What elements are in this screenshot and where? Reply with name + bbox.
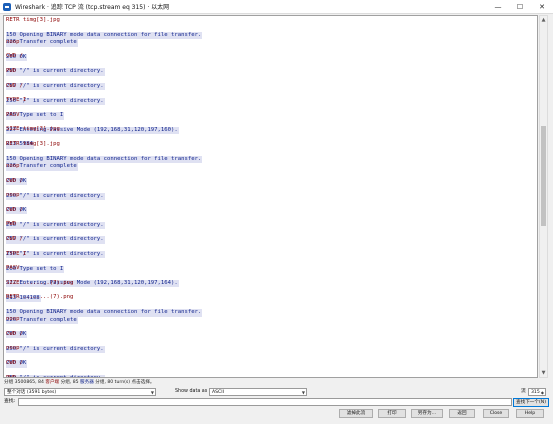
client-line: noop [6,316,20,323]
stream-line-row: 200 OK [6,353,537,368]
search-label: 查找: [4,399,16,404]
back-button[interactable]: 返回 [449,409,475,418]
status-part: 分组, 85 [59,380,81,385]
stream-line-row: 150 Opening BINARY mode data connection … [6,302,537,317]
stream-number-spinbox[interactable]: 315 ◆ [528,388,546,396]
client-line: PASV [6,111,20,118]
stream-line-row: noop [6,163,537,170]
stream-line-row: 200 OK [6,46,537,62]
find-next-button[interactable]: 查找下一个(N) [513,398,549,407]
client-line: RETR ........(7).png [6,294,74,301]
stream-line-row: noop [6,39,537,46]
minimize-button[interactable]: — [487,0,509,13]
close-window-button[interactable]: ✕ [531,0,553,13]
help-button[interactable]: Help [516,409,544,418]
save-as-button[interactable]: 另存为… [411,409,443,418]
stream-line-row: 250 "/" is current directory. [6,61,537,76]
stream-line-row: CWD / [6,207,537,214]
stream-line-row: RETR timg[3].jpg [6,17,537,24]
stream-line-row: 250 "/" is current directory. [6,338,537,354]
scroll-up-arrow-icon[interactable]: ▲ [540,16,547,24]
stream-content-pane[interactable]: RETR timg[3].jpg 150 Opening BINARY mode … [3,15,538,378]
status-server-label: 服务器 [80,380,94,385]
stream-line-row: PASV [6,265,537,272]
print-button[interactable]: 打印 [378,409,406,418]
client-line: CWD / [6,53,23,60]
client-line: CWD / [6,206,23,213]
window-title: Wireshark · 追踪 TCP 流 (tcp.stream eq 315)… [15,4,170,11]
stream-line-row: CWD / [6,331,537,338]
status-part: 分组, 80 turn(s) 点击选择。 [93,380,155,385]
stream-line-row: 257 "/" is current directory. [6,75,537,91]
chevron-down-icon: ▼ [301,390,305,395]
window-controls: — ☐ ✕ [487,0,553,13]
stream-label: 流 [521,389,526,394]
client-line: RETR timg[3].jpg [6,17,60,23]
stream-number-value: 315 [531,390,540,395]
maximize-button[interactable]: ☐ [509,0,531,13]
stream-line-row: 250 "/" is current directory. [6,243,537,259]
server-line: 250 "/" is current directory. [6,221,105,230]
client-line: CWD / [6,359,23,366]
stream-line-row: 200 OK [6,323,537,339]
show-data-as-value: ASCII [212,390,224,395]
stream-line-row: RETR timg[3].jpg [6,141,537,148]
stream-line-row: RETR ........(7).png [6,294,537,301]
stream-line-row: 250 "/" is current directory. [6,367,537,377]
stream-line-row: 257 "/" is current directory. [6,229,537,244]
stream-line-row: 200 Type set to I [6,258,537,273]
stream-line-row: 227 Entering Passive Mode (192,168,31,12… [6,119,537,135]
stream-line-row: 213 5984 [6,134,537,149]
scrollbar-thumb[interactable] [541,126,546,226]
stream-status-text: 分组 3500865, 84 客户端 分组, 85 服务器 分组, 80 tur… [4,379,544,387]
dialog-buttons: 滤掉此流 打印 另存为… 返回 Close Help [0,409,553,419]
stream-line-row: 200 OK [6,170,537,186]
status-client-label: 客户端 [45,380,60,385]
client-line: PASV [6,265,20,272]
status-part: 分组 3500865, 84 [4,380,46,385]
client-line: RETR timg[3].jpg [6,141,60,148]
stream-line-row: CWD / [6,360,537,367]
search-input[interactable] [18,398,512,406]
stream-line-row: 150 Opening BINARY mode data connection … [6,148,537,164]
stream-line-row: 213 104108 [6,287,537,302]
stream-line-row: PASV [6,112,537,119]
stream-line-row: 200 Type set to I [6,105,537,120]
stream-line-row: 227 Entering Passive Mode (192,168,31,12… [6,272,537,288]
show-data-as-label: Show data as [175,389,208,394]
stream-line-row: 250 "/" is current directory. [6,185,537,200]
client-line: CWD / [6,330,23,337]
server-line: 250 "/" is current directory. [6,345,105,354]
spin-arrows-icon: ◆ [540,390,544,395]
close-button[interactable]: Close [483,409,509,418]
search-row: 查找: 查找下一个(N) [4,398,549,407]
conversation-select-value: 整个对话 (3591 bytes) [7,390,57,395]
stream-line-row: noop [6,316,537,323]
stream-line-row: 250 "/" is current directory. [6,90,537,105]
stream-lines: RETR timg[3].jpg 150 Opening BINARY mode … [4,16,537,377]
client-line: noop [6,162,20,169]
scroll-down-arrow-icon[interactable]: ▼ [540,369,547,377]
show-data-as-select[interactable]: ASCII ▼ [209,388,307,396]
controls-row: 整个对话 (3591 bytes) ▼ Show data as ASCII ▼… [4,388,549,397]
stream-line-row: CWD / [6,178,537,185]
stream-line-row: 250 "/" is current directory. [6,214,537,230]
title-bar: Wireshark · 追踪 TCP 流 (tcp.stream eq 315)… [0,0,553,14]
stream-line-row: CWD / [6,53,537,60]
client-line: CWD / [6,177,23,184]
conversation-select[interactable]: 整个对话 (3591 bytes) ▼ [4,388,156,396]
stream-line-row: 150 Opening BINARY mode data connection … [6,24,537,40]
vertical-scrollbar[interactable]: ▲ ▼ [539,15,548,378]
filter-out-stream-button[interactable]: 滤掉此流 [339,409,373,418]
client-line: noop [6,38,20,45]
stream-line-row: 200 OK [6,199,537,215]
wireshark-icon [3,2,11,11]
chevron-down-icon: ▼ [150,390,154,395]
